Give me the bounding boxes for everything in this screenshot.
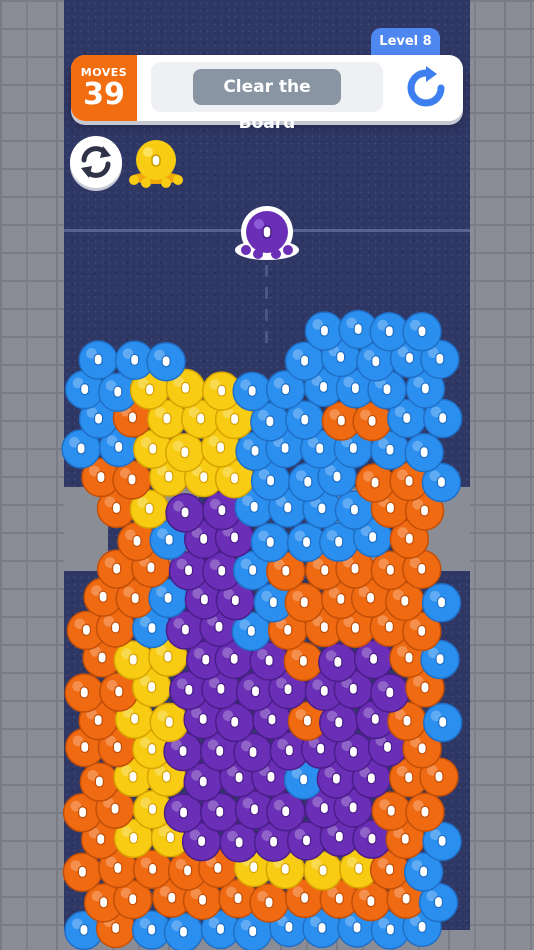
- blob-blue: [422, 702, 463, 743]
- blob-blue: [146, 341, 186, 382]
- blob-blue: [232, 371, 272, 412]
- blob-purple: [318, 642, 358, 683]
- restart-button[interactable]: [404, 66, 448, 110]
- blob-orange: [405, 792, 445, 832]
- top-bar: MOVES 39 Clear the Board: [71, 55, 463, 133]
- blob-orange: [64, 673, 105, 713]
- blob-blue: [78, 340, 118, 380]
- blob-purple: [370, 673, 410, 713]
- current-blob-purple: [232, 204, 302, 264]
- aim-guide: [265, 265, 268, 345]
- blob-orange: [79, 762, 120, 802]
- next-blob-yellow: [126, 136, 186, 188]
- blob-blue: [304, 311, 345, 351]
- blob-orange: [249, 883, 289, 923]
- blob-yellow: [149, 702, 189, 743]
- blob-blue: [404, 432, 444, 473]
- swap-arrows-icon: [81, 146, 111, 178]
- blob-blue: [250, 522, 291, 563]
- goal-panel: Clear the Board: [151, 62, 383, 133]
- blob-blue: [402, 312, 442, 352]
- blob-orange: [62, 852, 103, 893]
- blob-yellow: [165, 432, 205, 473]
- moves-value: 39: [83, 77, 125, 112]
- restart-arrow-icon: [407, 66, 445, 107]
- swap-button[interactable]: [70, 136, 122, 188]
- blob-orange: [371, 791, 411, 831]
- blob-purple: [165, 493, 205, 533]
- level-badge: Level 8: [371, 28, 440, 56]
- goal-text: Clear the Board: [193, 69, 341, 133]
- moves-counter: MOVES 39: [71, 55, 137, 121]
- blob-blue: [421, 583, 462, 623]
